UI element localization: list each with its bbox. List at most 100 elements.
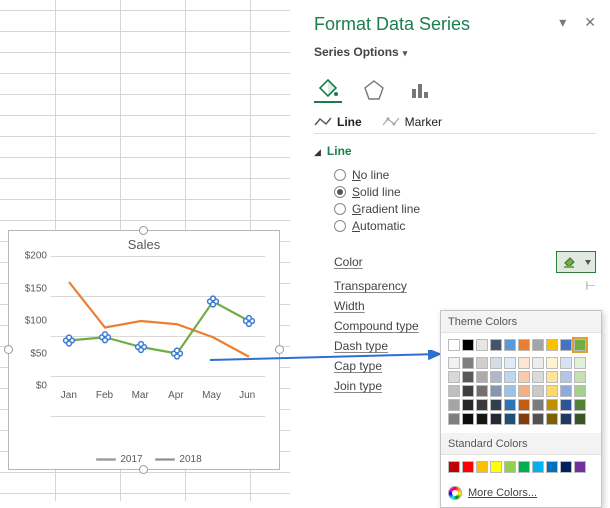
- color-swatch[interactable]: [448, 385, 460, 397]
- color-swatch[interactable]: [546, 339, 558, 351]
- color-swatch[interactable]: [546, 357, 558, 369]
- color-swatch[interactable]: [560, 461, 572, 473]
- color-swatch[interactable]: [476, 339, 488, 351]
- color-swatch[interactable]: [518, 461, 530, 473]
- radio-no-line[interactable]: No line: [334, 168, 596, 182]
- color-swatch[interactable]: [532, 371, 544, 383]
- color-swatch[interactable]: [560, 357, 572, 369]
- selection-marker[interactable]: [244, 316, 255, 327]
- chevron-down-icon[interactable]: ▾: [559, 14, 566, 31]
- color-swatch[interactable]: [532, 399, 544, 411]
- color-swatch[interactable]: [490, 371, 502, 383]
- color-swatch[interactable]: [490, 385, 502, 397]
- color-swatch[interactable]: [504, 371, 516, 383]
- color-swatch[interactable]: [574, 413, 586, 425]
- color-swatch[interactable]: [448, 461, 460, 473]
- color-swatch[interactable]: [490, 399, 502, 411]
- color-swatch[interactable]: [518, 413, 530, 425]
- color-swatch[interactable]: [560, 399, 572, 411]
- section-line[interactable]: ◢Line: [314, 144, 596, 158]
- color-swatch[interactable]: [574, 339, 586, 351]
- color-swatch[interactable]: [518, 385, 530, 397]
- color-swatch[interactable]: [532, 357, 544, 369]
- color-swatch[interactable]: [560, 413, 572, 425]
- color-swatch[interactable]: [560, 385, 572, 397]
- effects-icon[interactable]: [360, 77, 388, 103]
- color-swatch[interactable]: [532, 461, 544, 473]
- color-swatch[interactable]: [574, 357, 586, 369]
- color-swatch[interactable]: [490, 461, 502, 473]
- color-swatch[interactable]: [490, 413, 502, 425]
- x-axis[interactable]: Jan Feb Mar Apr May Jun: [51, 390, 265, 404]
- color-swatch[interactable]: [448, 399, 460, 411]
- color-swatch[interactable]: [574, 371, 586, 383]
- more-colors-button[interactable]: More Colors...: [441, 481, 601, 507]
- color-swatch[interactable]: [462, 371, 474, 383]
- color-swatch[interactable]: [462, 357, 474, 369]
- color-swatch[interactable]: [462, 399, 474, 411]
- radio-solid-line[interactable]: Solid line: [334, 185, 596, 199]
- color-swatch[interactable]: [532, 385, 544, 397]
- color-swatch[interactable]: [504, 385, 516, 397]
- color-swatch[interactable]: [532, 339, 544, 351]
- color-swatch[interactable]: [448, 339, 460, 351]
- color-swatch[interactable]: [448, 357, 460, 369]
- color-swatch[interactable]: [504, 413, 516, 425]
- tab-marker[interactable]: Marker: [382, 115, 442, 129]
- color-swatch[interactable]: [462, 385, 474, 397]
- color-swatch[interactable]: [518, 339, 530, 351]
- color-swatch[interactable]: [560, 339, 572, 351]
- selection-marker[interactable]: [64, 335, 75, 346]
- fill-line-icon[interactable]: [314, 77, 342, 103]
- color-swatch[interactable]: [518, 357, 530, 369]
- series-options-dropdown[interactable]: Series Options▾: [314, 45, 596, 59]
- color-swatch[interactable]: [560, 371, 572, 383]
- color-swatch[interactable]: [518, 371, 530, 383]
- chart-legend[interactable]: 2017 2018: [9, 454, 279, 465]
- chart-object[interactable]: Sales $200 $150 $100 $50 $0 Jan Feb Mar …: [8, 230, 280, 470]
- color-swatch[interactable]: [476, 357, 488, 369]
- selection-marker[interactable]: [136, 342, 147, 353]
- color-swatch[interactable]: [490, 357, 502, 369]
- series-2017[interactable]: [69, 282, 249, 357]
- slider-track[interactable]: ⊢: [586, 279, 596, 293]
- color-picker-button[interactable]: [556, 251, 596, 273]
- color-swatch[interactable]: [546, 399, 558, 411]
- color-swatch[interactable]: [476, 413, 488, 425]
- color-swatch[interactable]: [448, 413, 460, 425]
- color-swatch[interactable]: [546, 461, 558, 473]
- tab-line[interactable]: Line: [314, 115, 362, 129]
- color-swatch[interactable]: [448, 371, 460, 383]
- color-swatch[interactable]: [546, 413, 558, 425]
- color-swatch[interactable]: [504, 357, 516, 369]
- resize-handle-right[interactable]: [275, 345, 284, 354]
- y-axis[interactable]: $200 $150 $100 $50 $0: [19, 256, 47, 386]
- resize-handle-bottom[interactable]: [139, 465, 148, 474]
- color-swatch[interactable]: [504, 399, 516, 411]
- color-swatch[interactable]: [462, 413, 474, 425]
- color-swatch[interactable]: [574, 461, 586, 473]
- color-swatch[interactable]: [574, 385, 586, 397]
- radio-automatic[interactable]: Automatic: [334, 219, 596, 233]
- color-swatch[interactable]: [574, 399, 586, 411]
- color-swatch[interactable]: [546, 371, 558, 383]
- color-swatch[interactable]: [490, 339, 502, 351]
- color-swatch[interactable]: [476, 371, 488, 383]
- color-swatch[interactable]: [504, 461, 516, 473]
- color-swatch[interactable]: [462, 461, 474, 473]
- color-swatch[interactable]: [504, 339, 516, 351]
- close-icon[interactable]: ✕: [584, 14, 596, 31]
- color-swatch[interactable]: [462, 339, 474, 351]
- chart-plot-area[interactable]: $200 $150 $100 $50 $0 Jan Feb Mar Apr Ma…: [19, 256, 269, 416]
- color-swatch[interactable]: [476, 461, 488, 473]
- color-swatch[interactable]: [532, 413, 544, 425]
- color-swatch[interactable]: [476, 399, 488, 411]
- chart-series-svg[interactable]: [51, 256, 267, 386]
- resize-handle-left[interactable]: [4, 345, 13, 354]
- radio-gradient-line[interactable]: Gradient line: [334, 202, 596, 216]
- resize-handle-top[interactable]: [139, 226, 148, 235]
- color-swatch[interactable]: [476, 385, 488, 397]
- color-swatch[interactable]: [518, 399, 530, 411]
- selection-marker[interactable]: [100, 332, 111, 343]
- series-options-icon[interactable]: [406, 77, 434, 103]
